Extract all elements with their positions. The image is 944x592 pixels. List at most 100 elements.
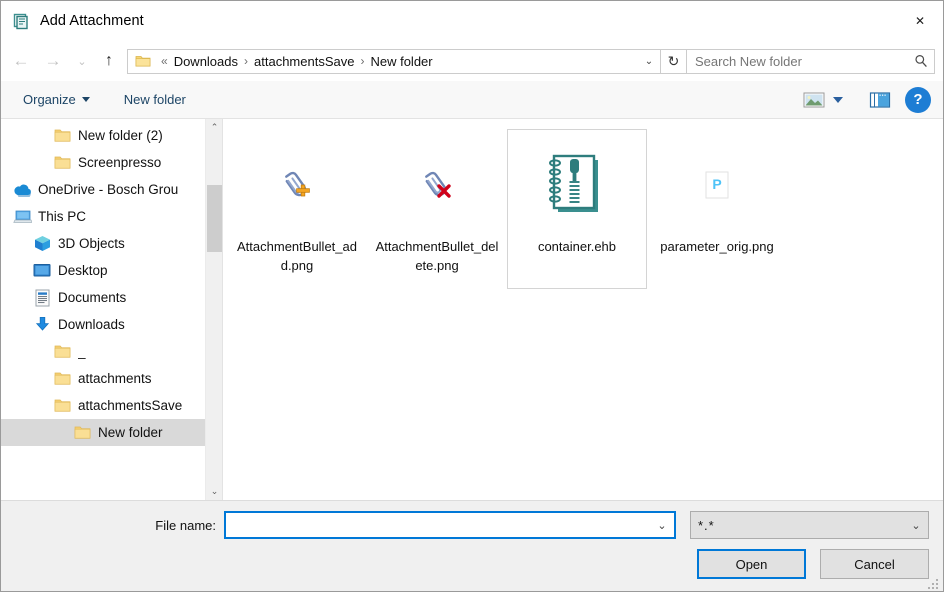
sidebar-item-label: attachments [78,371,152,386]
sidebar-item-label: This PC [38,209,86,224]
recent-locations-button[interactable]: ⌄ [69,46,95,76]
sidebar-item-label: Screenpresso [78,155,161,170]
preview-pane-icon[interactable] [865,86,895,114]
scrollbar-thumb[interactable] [207,185,222,252]
sidebar-item-desktop[interactable]: Desktop [1,257,205,284]
view-dropdown-button[interactable] [829,86,847,114]
breadcrumb-separator: › [355,54,369,68]
computer-icon [11,207,33,227]
sidebar-item-new-folder[interactable]: New folder [1,419,205,446]
folder-icon [51,396,73,416]
forward-button[interactable]: → [37,46,69,76]
svg-text:P: P [712,176,721,192]
file-item[interactable]: container.ehb [507,129,647,289]
folder-icon [51,126,73,146]
search-box[interactable] [687,49,935,74]
file-name-label: container.ehb [515,237,639,256]
sidebar-item-label: Desktop [58,263,108,278]
navigation-pane: New folder (2) Screenpresso OneDrive - B… [1,119,223,500]
breadcrumb-separator: › [239,54,253,68]
notebook-icon [13,12,31,30]
search-icon[interactable] [908,54,934,68]
chevron-down-icon [833,97,843,103]
sidebar-item-onedrive-bosch-grou[interactable]: OneDrive - Bosch Grou [1,176,205,203]
sidebar-item-downloads[interactable]: Downloads [1,311,205,338]
notebook-zip-icon [527,135,627,235]
sidebar-item-label: New folder [98,425,163,440]
back-button[interactable]: ← [5,46,37,76]
breadcrumb-new-folder[interactable]: New folder [369,52,433,71]
close-icon[interactable]: ✕ [897,1,943,41]
organize-button[interactable]: Organize [15,87,98,112]
title-bar: Add Attachment ✕ [1,1,943,41]
sidebar-item-label: _ [78,344,86,359]
file-name-label: AttachmentBullet_delete.png [375,237,499,275]
window-title: Add Attachment [40,13,144,29]
sidebar-item-label: Documents [58,290,126,305]
picture-view-icon[interactable] [799,86,829,114]
png-p-icon: P [667,135,767,235]
add-attachment-dialog: Add Attachment ✕ ← → ⌄ ↑ « Downloads › a… [0,0,944,592]
file-name-label: parameter_orig.png [655,237,779,256]
sidebar-item-label: Downloads [58,317,125,332]
dialog-body: New folder (2) Screenpresso OneDrive - B… [1,119,943,500]
desktop-icon [31,261,53,281]
scroll-down-icon[interactable]: ⌄ [206,483,223,500]
help-button[interactable]: ? [905,87,931,113]
paperclip-delete-icon [387,135,487,235]
dialog-footer: File name: ⌄ *.* ⌄ Open Cancel [1,500,943,591]
address-bar[interactable]: « Downloads › attachmentsSave › New fold… [127,49,661,74]
up-button[interactable]: ↑ [95,46,123,76]
sidebar-item-screenpresso[interactable]: Screenpresso [1,149,205,176]
sidebar-item-label: attachmentsSave [78,398,182,413]
sidebar-item-attachments[interactable]: attachments [1,365,205,392]
file-type-combobox[interactable]: *.* ⌄ [690,511,929,539]
sidebar-item-this-pc[interactable]: This PC [1,203,205,230]
onedrive-icon [11,180,33,200]
new-folder-button[interactable]: New folder [116,87,194,112]
chevron-down-icon[interactable]: ⌄ [650,519,674,532]
command-toolbar: Organize New folder [1,81,943,119]
navigation-bar: ← → ⌄ ↑ « Downloads › attachmentsSave › … [1,41,943,81]
file-item[interactable]: P parameter_orig.png [647,129,787,289]
sidebar-item-label: 3D Objects [58,236,125,251]
3d-objects-icon [31,234,53,254]
organize-label: Organize [23,92,76,107]
sidebar-item-documents[interactable]: Documents [1,284,205,311]
footer-buttons: Open Cancel [15,549,929,579]
breadcrumb-downloads[interactable]: Downloads [173,52,239,71]
sidebar-scrollbar[interactable]: ⌃ ⌄ [205,119,222,500]
sidebar-item-new-folder-2[interactable]: New folder (2) [1,122,205,149]
search-input[interactable] [687,54,908,69]
chevron-down-icon [82,97,90,102]
breadcrumb-attachments-save[interactable]: attachmentsSave [253,52,355,71]
resize-grip[interactable] [928,577,940,589]
new-folder-label: New folder [124,92,186,107]
file-name-label: File name: [155,518,216,533]
folder-icon [135,54,151,68]
cancel-button[interactable]: Cancel [820,549,929,579]
downloads-icon [31,315,53,335]
breadcrumb-overflow[interactable]: « [156,54,173,68]
file-item[interactable]: AttachmentBullet_add.png [227,129,367,289]
scroll-up-icon[interactable]: ⌃ [206,119,223,136]
sidebar-item-3d-objects[interactable]: 3D Objects [1,230,205,257]
file-item[interactable]: AttachmentBullet_delete.png [367,129,507,289]
file-name-input[interactable] [226,518,650,533]
file-grid: AttachmentBullet_add.png AttachmentBulle… [223,119,943,289]
file-name-label: AttachmentBullet_add.png [235,237,359,275]
folder-icon [71,423,93,443]
sidebar-item-label: OneDrive - Bosch Grou [38,182,178,197]
open-button[interactable]: Open [697,549,806,579]
refresh-button[interactable]: ↻ [661,49,687,74]
file-type-value: *.* [691,518,904,533]
paperclip-add-icon [247,135,347,235]
documents-icon [31,288,53,308]
file-list-pane[interactable]: AttachmentBullet_add.png AttachmentBulle… [223,119,943,500]
folder-icon [51,369,73,389]
sidebar-item-attachmentssave[interactable]: attachmentsSave [1,392,205,419]
chevron-down-icon[interactable]: ⌄ [638,56,660,67]
sidebar-item-[interactable]: _ [1,338,205,365]
file-name-combobox[interactable]: ⌄ [224,511,676,539]
chevron-down-icon[interactable]: ⌄ [904,519,928,532]
